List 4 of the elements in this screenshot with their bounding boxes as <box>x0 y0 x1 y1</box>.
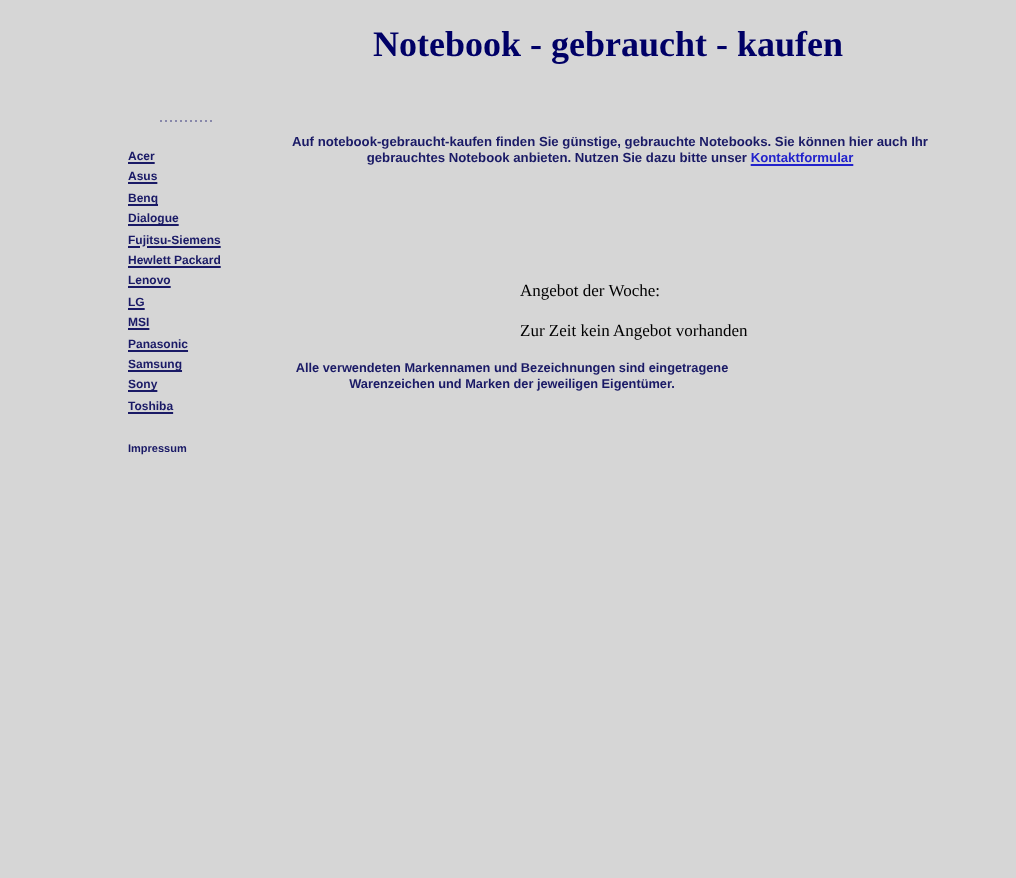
dotted-banner-icon <box>160 118 214 124</box>
offer-text: Zur Zeit kein Angebot vorhanden <box>518 320 748 340</box>
page-title: Notebook - gebraucht - kaufen <box>372 22 843 66</box>
offer-heading: Angebot der Woche: <box>518 280 660 300</box>
